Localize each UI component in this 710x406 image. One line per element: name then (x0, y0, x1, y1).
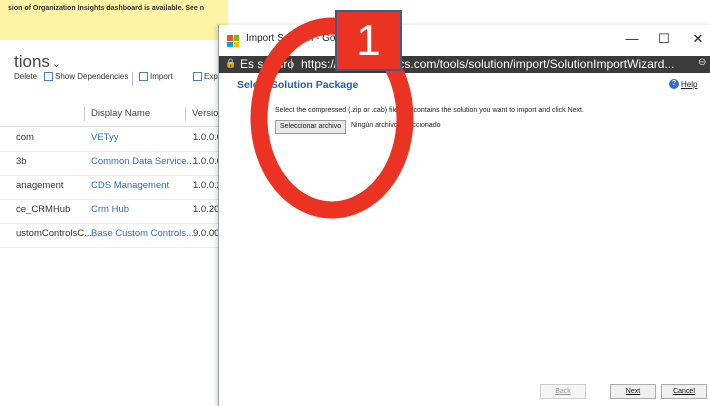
import-icon (139, 72, 148, 81)
grid-header: Display Name Version (0, 104, 228, 127)
background-app: sion of Organization Insights dashboard … (0, 0, 228, 406)
show-dependencies-button[interactable]: Show Dependencies (44, 72, 128, 81)
maximize-button[interactable]: ☐ (651, 28, 677, 50)
delete-button[interactable]: Delete (14, 72, 37, 81)
delete-label: Delete (14, 72, 38, 81)
show-dependencies-label: Show Dependencies (55, 72, 129, 81)
table-row[interactable]: 3b Common Data Service... 1.0.0.0 (0, 151, 228, 176)
dependencies-icon (44, 72, 53, 81)
help-icon: ? (669, 79, 679, 89)
export-button[interactable]: Exp (193, 72, 218, 81)
solutions-toolbar: Delete Show Dependencies Import Exp (0, 72, 228, 88)
next-button[interactable]: Next (610, 384, 656, 399)
row-name: com (16, 132, 34, 143)
zoom-icon[interactable]: ⊖ (698, 57, 706, 68)
row-name: ustomControlsC... (16, 228, 93, 239)
export-label: Exp (204, 72, 218, 81)
toolbar-divider (132, 72, 133, 86)
column-display-name[interactable]: Display Name (91, 108, 150, 119)
chevron-down-icon[interactable]: ⌄ (52, 58, 61, 70)
page-title[interactable]: tions ⌄ (14, 52, 61, 72)
row-name: anagement (16, 180, 64, 191)
back-button[interactable]: Back (540, 384, 586, 399)
row-display-link[interactable]: VETyy (91, 132, 118, 143)
column-divider (185, 107, 186, 121)
row-name: 3b (16, 156, 27, 167)
row-display-link[interactable]: CDS Management (91, 180, 169, 191)
help-link[interactable]: ? Help (669, 79, 697, 89)
row-display-link[interactable]: Base Custom Controls... (91, 228, 194, 239)
close-button[interactable]: ✕ (685, 28, 710, 50)
row-display-link[interactable]: Crm Hub (91, 204, 129, 215)
column-divider (84, 107, 85, 121)
notification-text: sion of Organization Insights dashboard … (8, 5, 205, 12)
table-row[interactable]: ce_CRMHub Crm Hub 1.0.201 (0, 199, 228, 224)
row-name: ce_CRMHub (16, 204, 71, 215)
microsoft-logo-icon (227, 35, 239, 47)
export-icon (193, 72, 202, 81)
row-display-link[interactable]: Common Data Service... (91, 156, 194, 167)
import-button[interactable]: Import (139, 72, 173, 81)
cancel-button[interactable]: Cancel (661, 384, 707, 399)
notification-bar: sion of Organization Insights dashboard … (0, 0, 228, 40)
lock-icon: 🔒 (225, 58, 237, 68)
annotation-step-badge: 1 (335, 10, 402, 71)
table-row[interactable]: ustomControlsC... Base Custom Controls..… (0, 223, 228, 248)
table-row[interactable]: com VETyy 1.0.0.0 (0, 127, 228, 152)
help-label: Help (681, 79, 698, 89)
minimize-button[interactable]: — (619, 28, 645, 50)
page-title-text: tions (14, 52, 50, 71)
table-row[interactable]: anagement CDS Management 1.0.0.2 (0, 175, 228, 200)
import-label: Import (150, 72, 173, 81)
